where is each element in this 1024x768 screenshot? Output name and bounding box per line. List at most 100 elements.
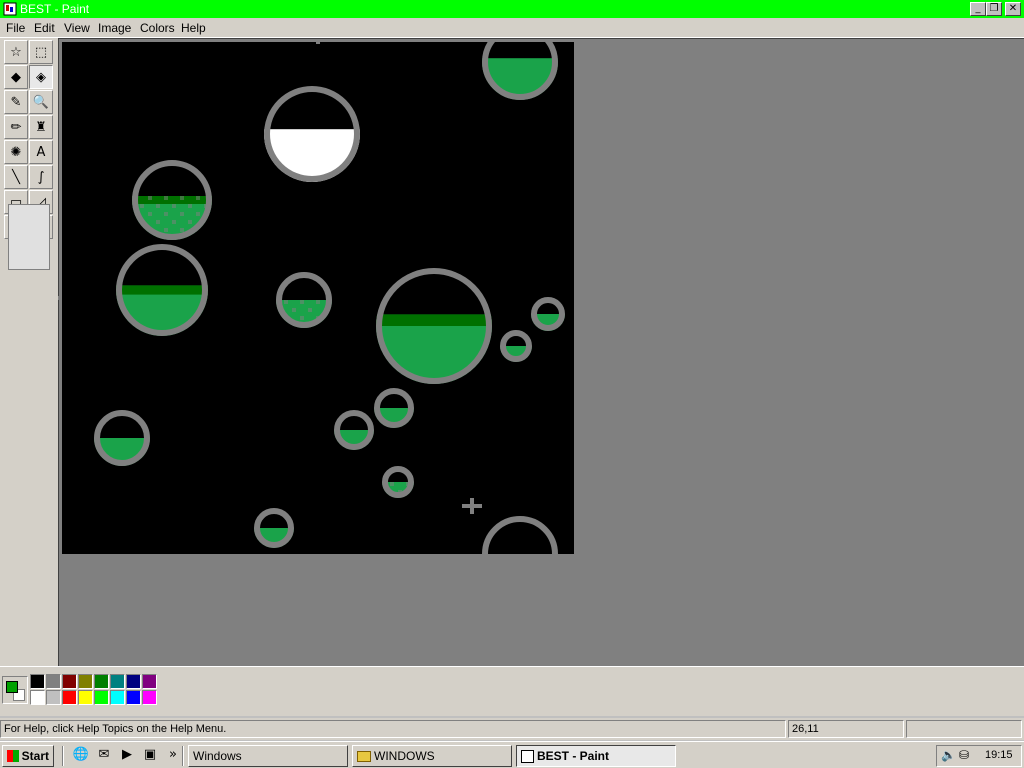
taskbar-button-label: Windows [193,749,242,763]
palette-swatch[interactable] [110,690,125,705]
folder-icon [357,750,371,762]
bubble [116,244,208,336]
menu-colors[interactable]: Colors [140,21,175,35]
palette-swatch[interactable] [78,674,93,689]
bubble [531,297,565,331]
magnifier-icon: 🔍 [32,94,50,110]
ie-icon[interactable]: 🌐 [72,747,90,764]
bubble [132,160,212,240]
taskbar-button-label: WINDOWS [374,749,435,763]
palette-swatch[interactable] [78,690,93,705]
current-colors [2,676,28,704]
select-icon: ⬚ [34,44,48,60]
palette-swatch[interactable] [62,690,77,705]
palette-swatch[interactable] [30,674,45,689]
palette-swatch[interactable] [62,674,77,689]
palette-swatch[interactable] [94,690,109,705]
palette-swatch[interactable] [142,690,157,705]
taskbar-divider [62,746,64,766]
tool-pencil-button[interactable]: ✏ [4,115,28,139]
menu-edit[interactable]: Edit [34,21,55,35]
menu-view[interactable]: View [64,21,90,35]
canvas-image [94,42,565,554]
bubble [94,410,150,466]
paint-app-icon [521,749,534,763]
taskbar-button-windows-2[interactable]: WINDOWS [352,745,512,767]
tool-brush-button[interactable]: ♜ [29,115,53,139]
tool-select-button[interactable]: ⬚ [29,40,53,64]
text-icon: A [36,144,46,160]
restore-button[interactable]: ❐ [986,2,1002,16]
menu-file[interactable]: File [6,21,25,35]
status-coords: 26,11 [788,720,904,738]
tool-free-form-select-button[interactable]: ☆ [4,40,28,64]
status-bar: For Help, click Help Topics on the Help … [0,718,1024,740]
system-tray: 🔈 ⛁ 19:15 [936,745,1022,767]
minimize-button[interactable]: _ [970,2,986,16]
palette-swatch[interactable] [126,690,141,705]
taskbar-divider [182,746,184,766]
taskbar-button-paint[interactable]: BEST - Paint [516,745,676,767]
taskbar-button-windows-1[interactable]: Windows [188,745,348,767]
quick-launch-more[interactable]: » [164,747,182,764]
tool-airbrush-button[interactable]: ✺ [4,140,28,164]
media-icon[interactable]: ▶ [118,747,136,764]
tool-box: ☆⬚◆◈✎🔍✏♜✺A╲∫▭◿⬭▢ [0,38,58,666]
pick-color-icon: ✎ [10,94,22,110]
bubble [374,388,414,428]
volume-icon[interactable]: 🔈 [941,748,956,762]
tool-text-button[interactable]: A [29,140,53,164]
bubble [482,42,558,100]
resize-handle-left [58,296,62,300]
bubble [264,86,360,182]
resize-handle-bottom[interactable] [316,554,320,558]
status-help: For Help, click Help Topics on the Help … [0,720,786,738]
network-icon[interactable]: ⛁ [959,748,969,762]
brush-icon: ♜ [35,119,47,135]
palette-swatch[interactable] [110,674,125,689]
start-button[interactable]: Start [2,745,54,767]
tool-eraser-button[interactable]: ◆ [4,65,28,89]
palette-swatch[interactable] [46,674,61,689]
tool-curve-button[interactable]: ∫ [29,165,53,189]
clock[interactable]: 19:15 [985,749,1013,761]
resize-handle-top[interactable] [316,40,320,44]
tool-magnifier-button[interactable]: 🔍 [29,90,53,114]
eraser-icon: ◆ [11,69,21,85]
bubble [482,516,558,554]
palette-swatch[interactable] [46,690,61,705]
resize-handle-right[interactable] [574,296,578,300]
window-title: BEST - Paint [20,2,90,16]
tool-pick-color-button[interactable]: ✎ [4,90,28,114]
tool-options-panel[interactable] [8,204,50,270]
bubble [334,410,374,450]
resize-handle-corner[interactable] [574,554,578,558]
foreground-color [6,681,18,693]
fill-icon: ◈ [36,69,46,85]
close-button[interactable]: ✕ [1005,2,1021,16]
palette-swatch[interactable] [94,674,109,689]
palette-swatch[interactable] [126,674,141,689]
title-bar[interactable]: BEST - Paint _ ❐ ✕ [0,0,1024,18]
outlook-icon[interactable]: ✉ [95,747,113,764]
tool-line-button[interactable]: ╲ [4,165,28,189]
taskbar: Start 🌐 ✉ ▶ ▣ » Windows WINDOWS BEST - P… [0,741,1024,768]
curve-icon: ∫ [37,169,45,185]
palette-swatch[interactable] [30,690,45,705]
taskbar-button-label: BEST - Paint [537,749,610,763]
menu-image[interactable]: Image [98,21,131,35]
line-icon: ╲ [12,169,20,185]
bubble [376,268,492,384]
bubble [254,508,294,548]
airbrush-icon: ✺ [10,144,22,160]
tool-fill-button[interactable]: ◈ [29,65,53,89]
bubble [500,330,532,362]
desktop-icon[interactable]: ▣ [141,747,159,764]
menu-bar: File Edit View Image Colors Help [0,18,1024,38]
palette-swatch[interactable] [142,674,157,689]
drawing-canvas[interactable] [62,42,574,554]
free-form-select-icon: ☆ [10,44,22,60]
start-label: Start [21,749,49,763]
paint-app-icon [3,2,17,16]
menu-help[interactable]: Help [181,21,206,35]
